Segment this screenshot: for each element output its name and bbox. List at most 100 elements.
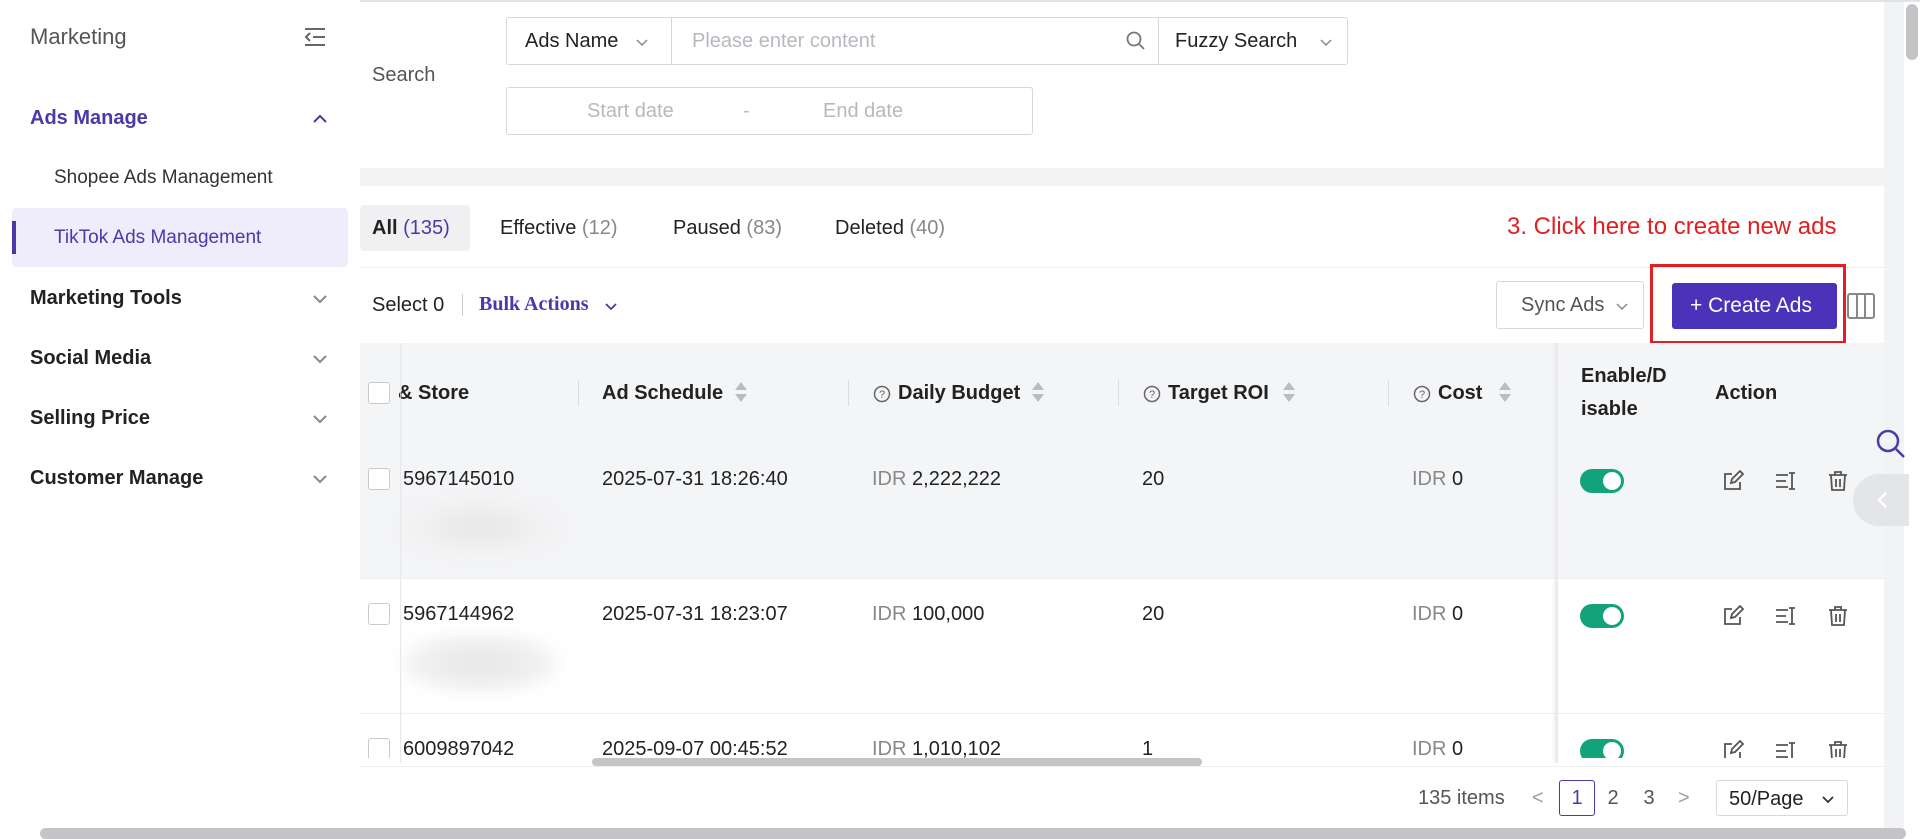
svg-text:?: ?	[879, 389, 885, 401]
table-horizontal-scrollbar[interactable]	[592, 758, 1202, 766]
row-checkbox[interactable]	[368, 468, 390, 490]
currency-unit: IDR	[872, 738, 907, 758]
tab-all-label: All	[372, 217, 398, 239]
menu-collapse-icon[interactable]	[303, 26, 327, 48]
sidebar-item-social-media[interactable]: Social Media	[30, 347, 151, 370]
enable-toggle[interactable]	[1580, 469, 1624, 493]
ad-store-id[interactable]: 5967144962	[403, 603, 514, 626]
page-2-button[interactable]: 2	[1595, 780, 1631, 816]
sidebar-item-selling-price[interactable]: Selling Price	[30, 407, 150, 430]
floating-expand-button[interactable]	[1853, 474, 1909, 526]
currency-unit: IDR	[1412, 603, 1447, 625]
floating-search-icon[interactable]	[1875, 428, 1907, 460]
budget-value: 1,010,102	[912, 738, 1001, 758]
daily-budget: IDR 2,222,222	[872, 468, 1001, 491]
chevron-left-icon	[1877, 492, 1887, 508]
tab-effective[interactable]: Effective (12)	[500, 217, 617, 240]
chevron-down-icon	[1822, 796, 1834, 804]
search-label: Search	[372, 64, 436, 86]
budget-value: 2,222,222	[912, 468, 1001, 490]
delete-icon[interactable]	[1826, 604, 1850, 628]
sort-icon[interactable]	[1031, 380, 1045, 404]
sidebar-subitem-tiktok-ads[interactable]: TikTok Ads Management	[54, 227, 261, 249]
sort-icon[interactable]	[1282, 380, 1296, 404]
ad-schedule: 2025-07-31 18:26:40	[602, 468, 788, 490]
cost: IDR 0	[1412, 603, 1463, 626]
end-date-input[interactable]: End date	[823, 100, 903, 123]
column-header-action: Action	[1715, 382, 1778, 404]
column-divider	[848, 380, 849, 406]
ad-store-id[interactable]: 5967145010	[403, 468, 514, 491]
date-range-picker[interactable]: Start date - End date	[506, 87, 1033, 135]
target-roi: 20	[1142, 468, 1165, 490]
sidebar-subitem-shopee-ads[interactable]: Shopee Ads Management	[54, 167, 273, 189]
sidebar-item-marketing-tools[interactable]: Marketing Tools	[30, 287, 182, 310]
ad-store-id[interactable]: 6009897042	[403, 738, 514, 758]
column-header-daily-budget[interactable]: Daily Budget	[898, 382, 1020, 405]
prev-page-button[interactable]: <	[1532, 787, 1544, 810]
enable-toggle[interactable]	[1580, 604, 1624, 628]
search-mode-select[interactable]: Fuzzy Search	[1158, 18, 1348, 64]
rename-field-icon[interactable]	[1774, 469, 1798, 493]
ad-schedule: 2025-09-07 00:45:52	[602, 738, 788, 758]
page-vertical-scrollbar[interactable]	[1904, 2, 1920, 839]
help-circle-icon[interactable]: ?	[1413, 385, 1431, 403]
cost-value: 0	[1452, 468, 1464, 490]
next-page-button[interactable]: >	[1678, 787, 1690, 810]
chevron-down-icon[interactable]	[310, 289, 330, 309]
tab-deleted[interactable]: Deleted (40)	[835, 217, 945, 240]
tab-paused-label: Paused	[673, 217, 741, 239]
search-icon[interactable]	[1125, 30, 1147, 52]
page-1-button[interactable]: 1	[1559, 780, 1595, 816]
row-checkbox[interactable]	[368, 738, 390, 758]
bulk-actions-dropdown[interactable]: Bulk Actions	[479, 293, 617, 316]
chevron-down-icon[interactable]	[310, 469, 330, 489]
help-circle-icon[interactable]: ?	[1143, 385, 1161, 403]
start-date-input[interactable]: Start date	[587, 100, 674, 123]
enable-toggle[interactable]	[1580, 739, 1624, 758]
column-header-schedule[interactable]: Ad Schedule	[602, 382, 723, 405]
chevron-down-icon	[1616, 303, 1628, 311]
column-settings-icon[interactable]	[1846, 292, 1876, 320]
edit-icon[interactable]	[1721, 469, 1745, 493]
sidebar: Marketing Ads Manage Shopee Ads Manageme…	[0, 0, 360, 839]
sidebar-item-ads-manage[interactable]: Ads Manage	[30, 107, 148, 130]
table-row	[360, 579, 1884, 714]
rename-field-icon[interactable]	[1774, 739, 1798, 758]
select-all-checkbox[interactable]	[368, 382, 390, 404]
tab-all-count: (135)	[403, 217, 450, 239]
sidebar-item-customer-manage[interactable]: Customer Manage	[30, 467, 203, 490]
tab-paused[interactable]: Paused (83)	[673, 217, 782, 240]
column-header-target-roi[interactable]: Target ROI	[1168, 382, 1269, 405]
page-horizontal-scrollbar[interactable]	[40, 828, 1906, 839]
scrollbar-thumb[interactable]	[1906, 4, 1918, 60]
help-circle-icon[interactable]: ?	[873, 385, 891, 403]
page-3-button[interactable]: 3	[1631, 780, 1667, 816]
tab-all[interactable]: All (135)	[372, 217, 450, 240]
tab-effective-count: (12)	[581, 217, 618, 239]
delete-icon[interactable]	[1826, 739, 1850, 758]
edit-icon[interactable]	[1721, 604, 1745, 628]
column-divider	[1118, 380, 1119, 406]
sidebar-active-indicator	[12, 221, 16, 254]
row-checkbox[interactable]	[368, 603, 390, 625]
edit-icon[interactable]	[1721, 739, 1745, 758]
search-input[interactable]	[672, 18, 1165, 64]
sort-icon[interactable]	[734, 380, 748, 404]
column-header-enable-line2: isable	[1581, 398, 1638, 420]
delete-icon[interactable]	[1826, 469, 1850, 493]
chevron-up-icon[interactable]	[310, 109, 330, 129]
annotation-highlight-box	[1650, 264, 1846, 344]
chevron-down-icon[interactable]	[310, 409, 330, 429]
chevron-down-icon[interactable]	[310, 349, 330, 369]
selected-count: Select 0	[372, 294, 445, 316]
column-header-enable-line1: Enable/D	[1581, 365, 1667, 387]
column-header-store: & Store	[398, 382, 470, 404]
search-field-select[interactable]: Ads Name	[507, 18, 672, 64]
column-header-cost[interactable]: Cost	[1438, 382, 1482, 405]
target-roi: 20	[1142, 603, 1165, 625]
sort-icon[interactable]	[1498, 380, 1512, 404]
page-size-select[interactable]: 50/Page	[1716, 780, 1848, 816]
rename-field-icon[interactable]	[1774, 604, 1798, 628]
sync-ads-button[interactable]: Sync Ads	[1496, 281, 1644, 329]
